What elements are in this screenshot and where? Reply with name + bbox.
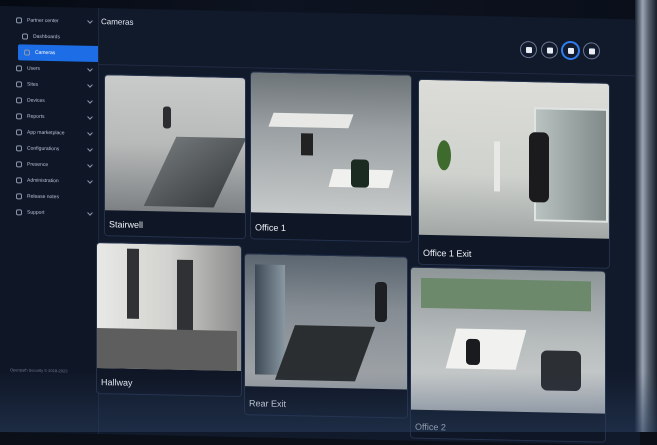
camera-label: Stairwell xyxy=(109,219,144,230)
main-content: Cameras Stairwell Office 1 Office 1 Exit… xyxy=(96,8,640,445)
camera-feed xyxy=(97,243,241,372)
camera-tile-rear-exit[interactable]: Rear Exit xyxy=(244,253,408,419)
app-screen: Partner center Dashboards Cameras Users … xyxy=(0,6,640,445)
camera-label: Hallway xyxy=(101,377,133,388)
chevron-down-icon xyxy=(87,178,93,184)
view-2x2-button[interactable] xyxy=(541,41,558,59)
footer-copyright: Openpath Security © 2018-2023 xyxy=(10,367,68,374)
grid-2x2-icon xyxy=(546,46,553,54)
chevron-down-icon xyxy=(87,130,93,136)
building-icon xyxy=(16,17,22,24)
chevron-down-icon xyxy=(87,98,93,104)
chevron-down-icon xyxy=(87,146,93,152)
camera-label: Office 1 Exit xyxy=(423,247,472,259)
camera-feed xyxy=(245,254,407,390)
camera-tile-office-2[interactable]: Office 2 xyxy=(410,266,606,443)
monitor-icon xyxy=(16,97,22,104)
grid-3x3-icon xyxy=(567,47,574,54)
monitor-edge xyxy=(635,0,657,432)
sidebar-item-dashboards[interactable]: Dashboards xyxy=(0,28,98,46)
gear-icon xyxy=(16,129,22,136)
view-3x3-button[interactable] xyxy=(562,41,579,60)
user-icon xyxy=(16,65,22,72)
support-icon xyxy=(16,209,22,216)
chevron-down-icon xyxy=(87,210,93,216)
single-grid-icon xyxy=(525,46,532,53)
notes-icon xyxy=(16,193,22,200)
camera-feed xyxy=(411,267,605,414)
presence-icon xyxy=(16,161,22,168)
camera-icon xyxy=(24,49,30,56)
dashboard-icon xyxy=(22,33,28,40)
chevron-down-icon xyxy=(87,66,93,72)
camera-tile-stairwell[interactable]: Stairwell xyxy=(104,74,246,240)
grid-4x4-icon xyxy=(588,47,595,54)
camera-grid: Stairwell Office 1 Office 1 Exit Hallway… xyxy=(96,71,610,443)
page-title: Cameras xyxy=(101,17,134,27)
chevron-down-icon xyxy=(87,114,93,120)
chevron-down-icon xyxy=(87,82,93,88)
chevron-down-icon xyxy=(87,162,93,168)
camera-label: Office 1 xyxy=(255,222,286,233)
sidebar: Partner center Dashboards Cameras Users … xyxy=(0,6,99,435)
sidebar-item-cameras[interactable]: Cameras xyxy=(18,44,98,63)
admin-icon xyxy=(16,177,22,184)
camera-feed xyxy=(105,75,246,214)
document-icon xyxy=(16,113,22,120)
camera-tile-office-1-exit[interactable]: Office 1 Exit xyxy=(418,78,610,269)
view-single-button[interactable] xyxy=(520,40,537,59)
view-toggle-group xyxy=(520,40,600,60)
camera-feed xyxy=(251,72,411,216)
pin-icon xyxy=(16,81,22,88)
camera-tile-hallway[interactable]: Hallway xyxy=(96,242,242,398)
chevron-down-icon xyxy=(87,18,93,24)
camera-feed xyxy=(419,79,609,239)
camera-label: Office 2 xyxy=(415,421,446,433)
view-4x4-button[interactable] xyxy=(583,42,600,60)
sliders-icon xyxy=(16,145,22,152)
camera-label: Rear Exit xyxy=(249,398,287,409)
sidebar-item-support[interactable]: Support xyxy=(0,204,98,222)
camera-tile-office-1[interactable]: Office 1 xyxy=(250,71,412,243)
